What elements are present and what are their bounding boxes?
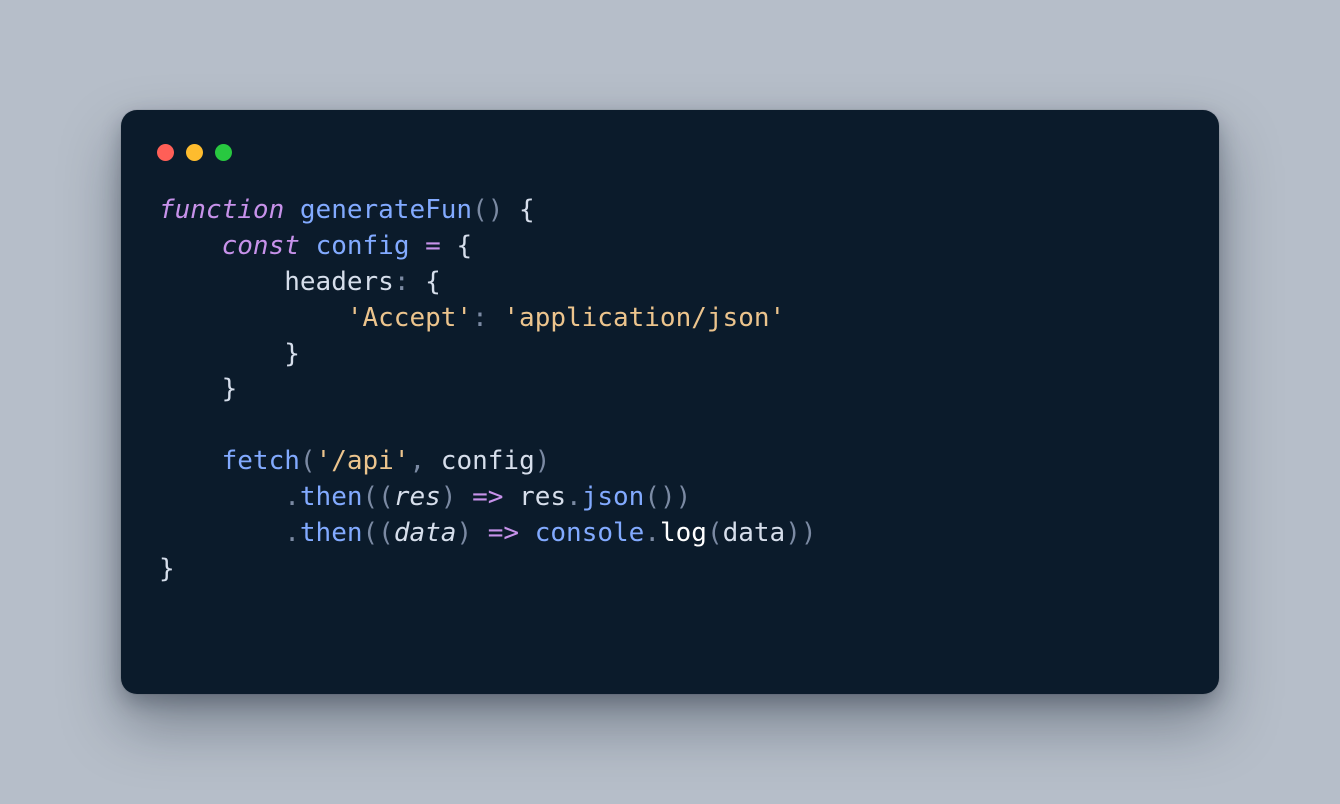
code-token: 'Accept' [347, 303, 472, 333]
code-token: function [159, 195, 284, 225]
code-token: . [566, 482, 582, 512]
code-token: => [488, 518, 519, 548]
code-token: ) [801, 518, 817, 548]
code-token: { [456, 231, 472, 261]
code-token: data [394, 518, 457, 548]
code-token: ( [363, 482, 379, 512]
code-token: } [159, 554, 175, 584]
code-token [425, 446, 441, 476]
code-token: log [660, 518, 707, 548]
code-token: } [284, 339, 300, 369]
code-token: = [425, 231, 441, 261]
code-token [159, 374, 222, 404]
code-token [159, 482, 284, 512]
code-token: const [222, 231, 300, 261]
code-token [159, 446, 222, 476]
code-token: ) [660, 482, 676, 512]
code-token: : [394, 267, 410, 297]
code-token: headers [284, 267, 394, 297]
code-token: { [425, 267, 441, 297]
close-icon[interactable] [157, 144, 174, 161]
code-token: ( [378, 482, 394, 512]
code-token [159, 267, 284, 297]
code-token: fetch [222, 446, 300, 476]
code-token [300, 231, 316, 261]
code-token [159, 518, 284, 548]
code-token: 'application/json' [503, 303, 785, 333]
code-token: config [441, 446, 535, 476]
code-token [503, 195, 519, 225]
code-token: console [535, 518, 645, 548]
code-token: then [300, 482, 363, 512]
code-token: res [394, 482, 441, 512]
code-token [456, 482, 472, 512]
code-token: data [723, 518, 786, 548]
code-token [409, 231, 425, 261]
code-token: ( [300, 446, 316, 476]
code-token: then [300, 518, 363, 548]
zoom-icon[interactable] [215, 144, 232, 161]
code-token: } [222, 374, 238, 404]
code-block: function generateFun() { const config = … [153, 179, 1187, 588]
code-token: ) [456, 518, 472, 548]
code-token: ) [785, 518, 801, 548]
code-token: => [472, 482, 503, 512]
code-token [488, 303, 504, 333]
code-token: json [582, 482, 645, 512]
code-token: ( [472, 195, 488, 225]
code-token: ( [707, 518, 723, 548]
minimize-icon[interactable] [186, 144, 203, 161]
code-token [409, 267, 425, 297]
code-token [159, 339, 284, 369]
page-background: function generateFun() { const config = … [0, 0, 1340, 804]
code-token [159, 303, 347, 333]
code-token: ) [441, 482, 457, 512]
code-token: . [644, 518, 660, 548]
window-traffic-lights [153, 138, 1187, 179]
code-token: ( [378, 518, 394, 548]
code-token: . [284, 482, 300, 512]
code-token: ) [535, 446, 551, 476]
code-token [472, 518, 488, 548]
code-token: generateFun [300, 195, 472, 225]
code-token: res [519, 482, 566, 512]
code-token: ( [363, 518, 379, 548]
code-token [159, 231, 222, 261]
code-token: ( [644, 482, 660, 512]
code-token: : [472, 303, 488, 333]
code-token [519, 518, 535, 548]
code-token [503, 482, 519, 512]
code-token: ) [488, 195, 504, 225]
code-window: function generateFun() { const config = … [121, 110, 1219, 694]
code-token: { [519, 195, 535, 225]
code-token: , [409, 446, 425, 476]
code-token: . [284, 518, 300, 548]
code-token: '/api' [316, 446, 410, 476]
code-token [441, 231, 457, 261]
code-token: ) [676, 482, 692, 512]
code-token: config [316, 231, 410, 261]
code-token [284, 195, 300, 225]
